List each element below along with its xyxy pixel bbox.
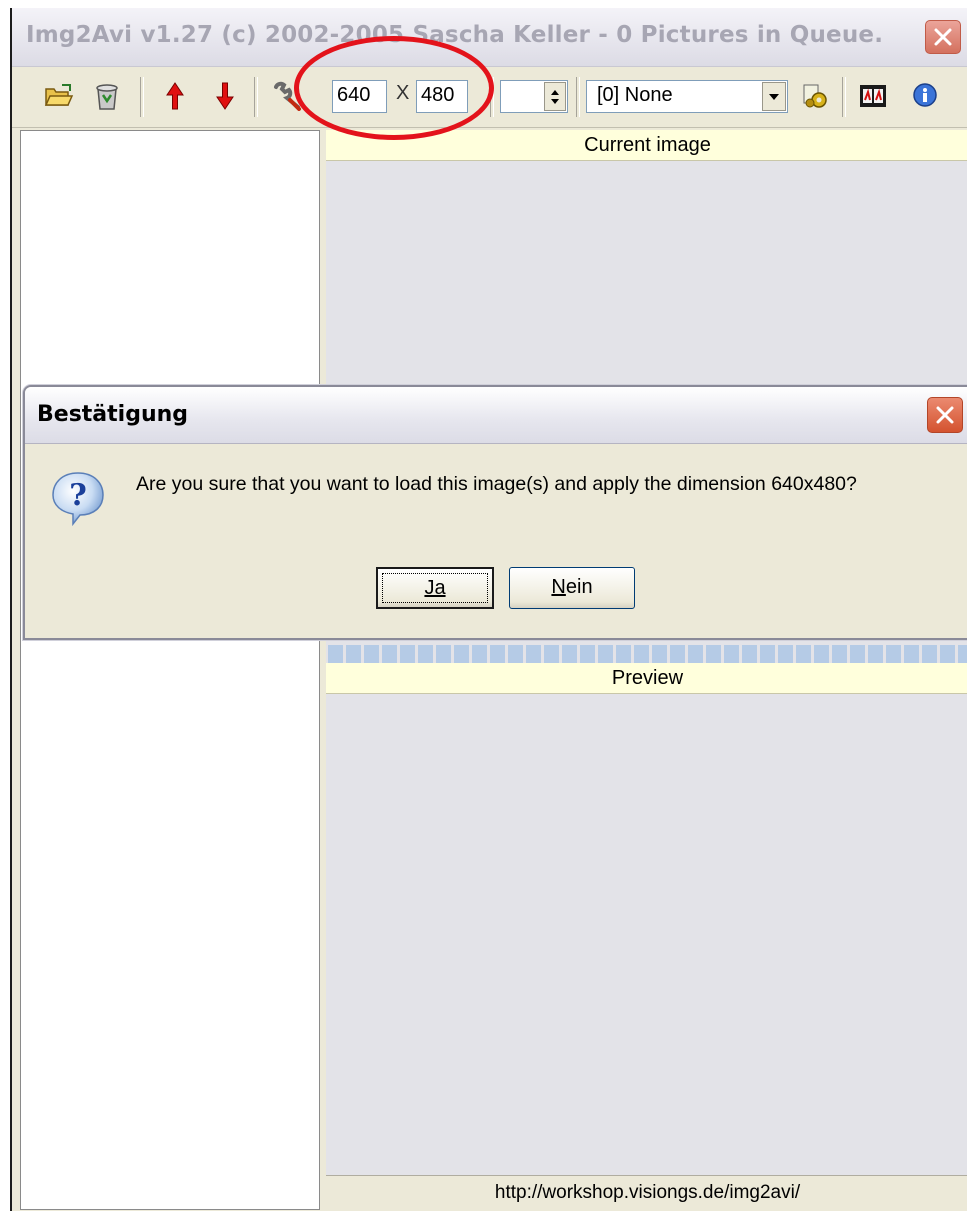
window-title: Img2Avi v1.27 (c) 2002-2005 Sascha Kelle… bbox=[26, 22, 884, 48]
move-down-arrow-icon bbox=[216, 82, 234, 110]
info-icon bbox=[913, 83, 937, 107]
window-close-button[interactable] bbox=[925, 20, 961, 54]
spinner-up-down-icon bbox=[551, 89, 559, 104]
dialog-message: Are you sure that you want to load this … bbox=[136, 473, 857, 495]
toolbar-separator bbox=[576, 77, 580, 117]
settings-gears-icon bbox=[803, 84, 827, 108]
preview-viewport bbox=[326, 694, 967, 1176]
close-icon bbox=[936, 406, 954, 424]
chevron-down-icon bbox=[769, 93, 779, 100]
settings-wrench-button[interactable] bbox=[270, 79, 304, 113]
clear-queue-button[interactable] bbox=[90, 79, 124, 113]
move-up-arrow-icon bbox=[166, 82, 184, 110]
current-image-header: Current image bbox=[326, 130, 967, 161]
frame-rate-stepper[interactable] bbox=[500, 80, 568, 113]
move-up-button[interactable] bbox=[158, 79, 192, 113]
yes-button[interactable]: Ja bbox=[376, 567, 494, 609]
dimension-separator: X bbox=[396, 82, 410, 104]
toolbar-separator bbox=[254, 77, 258, 117]
dialog-close-button[interactable] bbox=[927, 397, 963, 433]
height-input[interactable]: 480 bbox=[416, 80, 468, 113]
dropdown-button[interactable] bbox=[762, 82, 786, 111]
title-bar[interactable]: Img2Avi v1.27 (c) 2002-2005 Sascha Kelle… bbox=[12, 8, 967, 67]
svg-text:?: ? bbox=[69, 478, 87, 513]
no-button-label: Nein bbox=[551, 576, 593, 598]
about-button[interactable] bbox=[908, 79, 942, 113]
open-folder-icon bbox=[44, 84, 74, 106]
confirmation-dialog: Bestätigung ? Are you sure that you want… bbox=[23, 385, 967, 640]
preview-area: Current image Preview http://workshop.vi… bbox=[326, 130, 967, 1210]
no-button[interactable]: Nein bbox=[509, 567, 635, 609]
compression-selected-value: [0] None bbox=[597, 84, 673, 106]
codec-settings-button[interactable] bbox=[798, 79, 832, 113]
open-folder-button[interactable] bbox=[42, 79, 76, 113]
wrench-icon bbox=[274, 81, 301, 111]
toolbar: 640 X 480 [0] None bbox=[12, 67, 967, 128]
status-bar-url[interactable]: http://workshop.visiongs.de/img2avi/ bbox=[326, 1175, 967, 1210]
toolbar-separator bbox=[490, 77, 494, 117]
dialog-title: Bestätigung bbox=[37, 402, 189, 427]
move-down-button[interactable] bbox=[208, 79, 242, 113]
question-icon: ? bbox=[49, 469, 107, 527]
width-input[interactable]: 640 bbox=[332, 80, 387, 113]
film-reel-icon bbox=[860, 85, 886, 107]
close-icon bbox=[934, 28, 952, 46]
create-video-button[interactable] bbox=[856, 79, 890, 113]
recycle-bin-icon bbox=[96, 84, 118, 110]
image-queue-list[interactable] bbox=[20, 130, 320, 1210]
progress-bar bbox=[328, 645, 967, 663]
dialog-title-bar[interactable]: Bestätigung bbox=[25, 387, 967, 444]
toolbar-separator bbox=[842, 77, 846, 117]
stepper-arrows[interactable] bbox=[544, 82, 566, 111]
focus-rect bbox=[382, 573, 488, 603]
toolbar-separator bbox=[140, 77, 144, 117]
compression-select[interactable]: [0] None bbox=[586, 80, 788, 113]
preview-header: Preview bbox=[326, 663, 967, 694]
